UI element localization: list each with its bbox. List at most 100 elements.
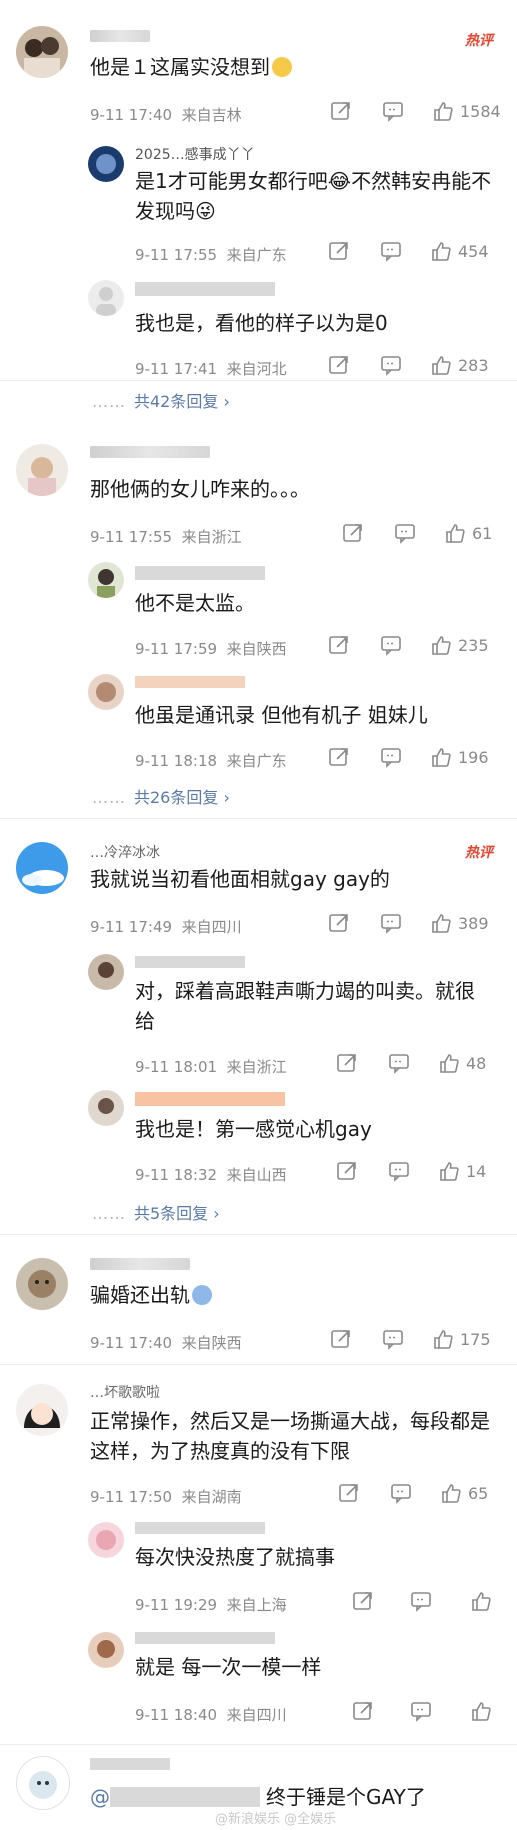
avatar[interactable]: [16, 1756, 70, 1810]
like-count: 454: [458, 241, 489, 261]
reply-button[interactable]: [410, 1590, 432, 1612]
username-redacted[interactable]: [135, 282, 275, 296]
username[interactable]: …坏歌歌啦: [90, 1382, 160, 1402]
like-button[interactable]: 283: [430, 354, 489, 376]
reply-text: 他不是太监。: [135, 591, 255, 615]
username-redacted[interactable]: [90, 1758, 170, 1770]
share-button[interactable]: [328, 912, 350, 934]
comment-meta: 9-11 17:49 来自四川: [90, 918, 242, 936]
comment-actions: 389: [328, 912, 489, 934]
reply-avatar[interactable]: [88, 1090, 124, 1126]
like-button[interactable]: [470, 1700, 492, 1722]
reply-avatar[interactable]: [88, 1632, 124, 1668]
avatar[interactable]: [16, 1384, 68, 1436]
username-redacted[interactable]: [135, 956, 245, 968]
reply-button[interactable]: [380, 354, 402, 376]
like-count: 1584: [460, 101, 501, 121]
like-button[interactable]: 389: [430, 912, 489, 934]
thumbs-up-icon: [442, 1484, 461, 1503]
share-button[interactable]: [336, 1160, 358, 1182]
like-button[interactable]: [470, 1590, 492, 1612]
username-redacted[interactable]: [135, 566, 265, 580]
like-button[interactable]: 235: [430, 634, 489, 656]
username-redacted[interactable]: [135, 1522, 265, 1534]
avatar[interactable]: [16, 26, 68, 78]
share-icon: [329, 748, 348, 766]
share-button[interactable]: [336, 1052, 358, 1074]
share-button[interactable]: [352, 1590, 374, 1612]
username-redacted[interactable]: [90, 30, 150, 42]
username-redacted[interactable]: [135, 676, 245, 688]
avatar[interactable]: [16, 444, 68, 496]
username-redacted[interactable]: [90, 446, 210, 458]
reply-button[interactable]: [410, 1700, 432, 1722]
like-button[interactable]: 175: [432, 1328, 491, 1350]
comment-meta: 9-11 17:40 来自吉林: [90, 104, 242, 125]
reply-button[interactable]: [390, 1482, 412, 1504]
reply-username[interactable]: 2025…感事成丫丫: [135, 144, 255, 164]
avatar[interactable]: [16, 1258, 68, 1310]
reply-avatar[interactable]: [88, 954, 124, 990]
reply-meta: 9-11 17:59 来自陕西: [135, 640, 287, 658]
reply-avatar[interactable]: [88, 562, 124, 598]
username-redacted[interactable]: [135, 1632, 275, 1644]
reply-button[interactable]: [394, 522, 416, 544]
reply-button[interactable]: [388, 1052, 410, 1074]
reply-actions: 235: [328, 634, 489, 656]
thumbs-up-icon: [472, 1592, 491, 1611]
thumbs-up-icon: [432, 636, 451, 655]
comment-thread: @ 终于锤是个GAY了 @新浪娱乐 @全娱乐: [0, 1746, 517, 1830]
share-button[interactable]: [338, 1482, 360, 1504]
reply-avatar[interactable]: [88, 1522, 124, 1558]
username-redacted[interactable]: [135, 1092, 285, 1106]
reply-button[interactable]: [388, 1160, 410, 1182]
like-button[interactable]: 65: [440, 1482, 488, 1504]
share-button[interactable]: [328, 746, 350, 768]
reply-button[interactable]: [382, 100, 404, 122]
like-button[interactable]: 14: [438, 1160, 486, 1182]
comment-meta: 9-11 17:40 来自陕西: [90, 1334, 242, 1352]
comment-time: 9-11 17:40: [90, 106, 173, 124]
reply-avatar[interactable]: [88, 146, 124, 182]
share-button[interactable]: [342, 522, 364, 544]
more-replies-link[interactable]: …… 共42条回复 ›: [92, 388, 230, 412]
mention-redacted[interactable]: [110, 1787, 260, 1807]
reply-button[interactable]: [380, 240, 402, 262]
avatar[interactable]: [16, 842, 68, 894]
like-button[interactable]: 48: [438, 1052, 486, 1074]
comment-actions: 65: [338, 1482, 488, 1504]
comment-bubble-icon: [383, 1330, 403, 1350]
like-count: 196: [458, 747, 489, 767]
reply-avatar[interactable]: [88, 674, 124, 710]
share-icon: [337, 1162, 356, 1180]
share-button[interactable]: [330, 100, 352, 122]
reply-button[interactable]: [382, 1328, 404, 1350]
username-redacted[interactable]: [90, 1258, 190, 1270]
thumbs-up-icon: [434, 102, 453, 121]
comment-text: 那他俩的女儿咋来的。。。: [90, 477, 310, 501]
share-button[interactable]: [328, 634, 350, 656]
username[interactable]: …冷淬冰冰: [90, 842, 160, 862]
comment-bubble-icon: [411, 1592, 431, 1612]
share-button[interactable]: [328, 240, 350, 262]
comment-list: 热评 他是１这属实没想到 9-11 17:40 来自吉林 1584 2025…感…: [0, 0, 517, 1830]
like-button[interactable]: 61: [444, 522, 492, 544]
more-replies-link[interactable]: …… 共5条回复 ›: [92, 1200, 220, 1224]
reply-button[interactable]: [380, 634, 402, 656]
share-icon: [329, 242, 348, 260]
share-button[interactable]: [330, 1328, 352, 1350]
comment-bubble-icon: [391, 1484, 411, 1504]
comment-bubble-icon: [381, 914, 401, 934]
share-button[interactable]: [328, 354, 350, 376]
reply-avatar[interactable]: [88, 280, 124, 316]
reply-actions: 14: [336, 1160, 486, 1182]
more-replies-link[interactable]: …… 共26条回复 ›: [92, 784, 230, 808]
like-button[interactable]: 196: [430, 746, 489, 768]
reply-button[interactable]: [380, 912, 402, 934]
share-button[interactable]: [352, 1700, 374, 1722]
share-icon: [331, 1330, 350, 1348]
reply-meta: 9-11 18:40 来自四川: [135, 1706, 287, 1724]
reply-button[interactable]: [380, 746, 402, 768]
like-button[interactable]: 454: [430, 240, 489, 262]
like-button[interactable]: 1584: [432, 100, 501, 122]
